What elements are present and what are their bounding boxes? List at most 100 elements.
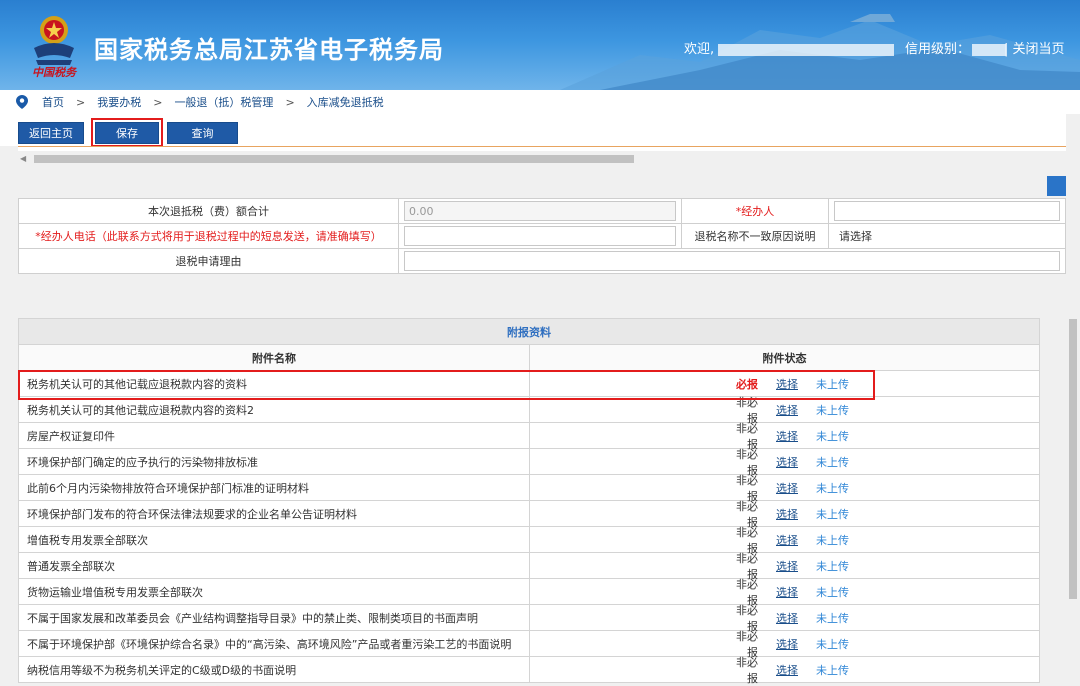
table-row: 此前6个月内污染物排放符合环境保护部门标准的证明材料 非必报 选择 未上传 [18, 474, 1040, 503]
reason-label: 退税申请理由 [18, 248, 399, 274]
emblem-script-text: 中国税务 [32, 66, 76, 79]
handler-input[interactable] [834, 201, 1060, 221]
table-row: 税务机关认可的其他记载应退税款内容的资料 必报 选择 未上传 [18, 370, 1040, 397]
table-row: 环境保护部门发布的符合环保法律法规要求的企业名单公告证明材料 非必报 选择 未上传 [18, 500, 1040, 529]
attachments-table: 附报资料 附件名称 附件状态 税务机关认可的其他记载应退税款内容的资料 必报 选择未… [18, 318, 1040, 685]
attachment-name: 税务机关认可的其他记载应退税款内容的资料 [18, 370, 530, 397]
upload-status: 未上传 [816, 456, 849, 469]
attachment-name: 纳税信用等级不为税务机关评定的C级或D级的书面说明 [18, 656, 530, 683]
attachment-status-cell: 非必报 选择 未上传 [529, 474, 1040, 503]
attachments-title-row: 附报资料 [18, 318, 1040, 345]
breadcrumb-refund-management[interactable]: 一般退（抵）税管理 [174, 94, 273, 110]
vertical-scroll-thumb[interactable] [1069, 319, 1077, 599]
attachment-name: 房屋产权证复印件 [18, 422, 530, 449]
form-row-reason: 退税申请理由 [18, 248, 1066, 274]
handler-label: *经办人 [681, 198, 829, 224]
attachments-header-row: 附件名称 附件状态 [18, 344, 1040, 371]
site-title: 国家税务总局江苏省电子税务局 [94, 36, 444, 64]
attachment-status-cell: 非必报 选择 未上传 [529, 422, 1040, 451]
breadcrumb-home[interactable]: 首页 [42, 94, 64, 110]
horizontal-scrollbar[interactable]: ◀ [18, 153, 1066, 165]
table-row: 环境保护部门确定的应予执行的污染物排放标准 非必报 选择 未上传 [18, 448, 1040, 477]
phone-input[interactable] [404, 226, 676, 246]
attachment-status-cell: 非必报 选择 未上传 [529, 448, 1040, 477]
welcome-label: 欢迎, [684, 42, 715, 57]
location-pin-icon [16, 95, 28, 109]
collapsed-table-strip [18, 146, 1066, 151]
attachment-name: 环境保护部门确定的应予执行的污染物排放标准 [18, 448, 530, 475]
attachment-name: 税务机关认可的其他记载应退税款内容的资料2 [18, 396, 530, 423]
attachment-status-cell: 必报 选择 未上传 [529, 370, 1040, 397]
attachments-body: 税务机关认可的其他记载应退税款内容的资料 必报 选择 未上传 税务机关认可的其他记载应退… [18, 370, 1040, 685]
table-row: 不属于环境保护部《环境保护综合名录》中的“高污染、高环境风险”产品或者重污染工艺… [18, 630, 1040, 659]
header-banner: 中国税务 国家税务总局江苏省电子税务局 欢迎, 信用级别： | 关闭当页 [0, 0, 1080, 90]
side-tab-button[interactable] [1047, 176, 1066, 196]
back-home-button[interactable]: 返回主页 [18, 122, 84, 144]
breadcrumb-current: 入库减免退抵税 [306, 96, 384, 109]
table-row: 税务机关认可的其他记载应退税款内容的资料2 非必报 选择 未上传 [18, 396, 1040, 425]
masked-username [718, 43, 895, 56]
upload-status: 未上传 [816, 560, 849, 573]
breadcrumb-separator: > [153, 95, 163, 109]
scroll-left-icon[interactable]: ◀ [20, 154, 26, 163]
attachment-name: 普通发票全部联次 [18, 552, 530, 579]
choose-file-link[interactable]: 选择 [776, 610, 798, 626]
toolbar: 返回主页 保存 查询 [0, 114, 1066, 147]
total-cell: 0.00 [398, 198, 682, 224]
form-row-total: 本次退抵税（费）额合计 0.00 *经办人 [18, 198, 1066, 224]
table-row: 普通发票全部联次 非必报 选择 未上传 [18, 552, 1040, 581]
attachment-name: 不属于环境保护部《环境保护综合名录》中的“高污染、高环境风险”产品或者重污染工艺… [18, 630, 530, 657]
table-row: 房屋产权证复印件 非必报 选择 未上传 [18, 422, 1040, 451]
phone-label: *经办人电话（此联系方式将用于退税过程中的短息发送，请准确填写） [18, 223, 399, 249]
choose-file-link[interactable]: 选择 [776, 454, 798, 470]
phone-label-text: *经办人电话（此联系方式将用于退税过程中的短息发送，请准确填写） [35, 230, 382, 243]
reason-cell [398, 248, 1066, 274]
save-button[interactable]: 保存 [95, 122, 159, 144]
handler-cell [828, 198, 1066, 224]
query-button[interactable]: 查询 [167, 122, 238, 144]
choose-file-link[interactable]: 选择 [776, 402, 798, 418]
credit-label: 信用级别： [905, 42, 971, 57]
attachment-name: 不属于国家发展和改革委员会《产业结构调整指导目录》中的禁止类、限制类项目的书面声… [18, 604, 530, 631]
mismatch-reason-select[interactable]: 请选择 [828, 223, 1066, 249]
table-row: 纳税信用等级不为税务机关评定的C级或D级的书面说明 非必报 选择 未上传 [18, 656, 1040, 685]
upload-status: 未上传 [816, 638, 849, 651]
masked-credit-value [972, 43, 1007, 56]
attachment-status-cell: 非必报 选择 未上传 [529, 630, 1040, 659]
close-page-link[interactable]: | 关闭当页 [1004, 38, 1065, 57]
horizontal-scroll-thumb[interactable] [34, 155, 634, 163]
refund-form-table: 本次退抵税（费）额合计 0.00 *经办人 *经办人电话（此联系方式将用于退税过… [18, 198, 1066, 274]
choose-file-link[interactable]: 选择 [776, 480, 798, 496]
attachment-status-cell: 非必报 选择 未上传 [529, 552, 1040, 581]
upload-status: 未上传 [816, 482, 849, 495]
col-header-status: 附件状态 [529, 344, 1040, 371]
table-row: 不属于国家发展和改革委员会《产业结构调整指导目录》中的禁止类、限制类项目的书面声… [18, 604, 1040, 633]
choose-file-link[interactable]: 选择 [776, 506, 798, 522]
attachment-name: 增值税专用发票全部联次 [18, 526, 530, 553]
form-row-phone: *经办人电话（此联系方式将用于退税过程中的短息发送，请准确填写） 退税名称不一致… [18, 223, 1066, 249]
upload-status: 未上传 [816, 664, 849, 677]
choose-file-link[interactable]: 选择 [776, 376, 798, 392]
breadcrumb-tax-handling[interactable]: 我要办税 [97, 94, 141, 110]
breadcrumb-separator: > [285, 95, 295, 109]
choose-file-link[interactable]: 选择 [776, 558, 798, 574]
vertical-scrollbar[interactable] [1066, 114, 1080, 686]
upload-status: 未上传 [816, 508, 849, 521]
upload-status: 未上传 [816, 404, 849, 417]
credit-level: 信用级别： [905, 38, 1007, 57]
attachment-status-cell: 非必报 选择 未上传 [529, 578, 1040, 607]
upload-status: 未上传 [816, 612, 849, 625]
attachment-status-cell: 非必报 选择 未上传 [529, 500, 1040, 529]
choose-file-link[interactable]: 选择 [776, 532, 798, 548]
tax-emblem-icon [34, 16, 74, 65]
choose-file-link[interactable]: 选择 [776, 662, 798, 678]
reason-input[interactable] [404, 251, 1060, 271]
breadcrumb: 首页 > 我要办税 > 一般退（抵）税管理 > 入库减免退抵税 [0, 90, 1080, 114]
choose-file-link[interactable]: 选择 [776, 428, 798, 444]
attachment-status-cell: 非必报 选择 未上传 [529, 656, 1040, 685]
breadcrumb-separator: > [76, 95, 86, 109]
choose-file-link[interactable]: 选择 [776, 636, 798, 652]
attachment-name: 环境保护部门发布的符合环保法律法规要求的企业名单公告证明材料 [18, 500, 530, 527]
choose-file-link[interactable]: 选择 [776, 584, 798, 600]
attachment-status-cell: 非必报 选择 未上传 [529, 396, 1040, 425]
